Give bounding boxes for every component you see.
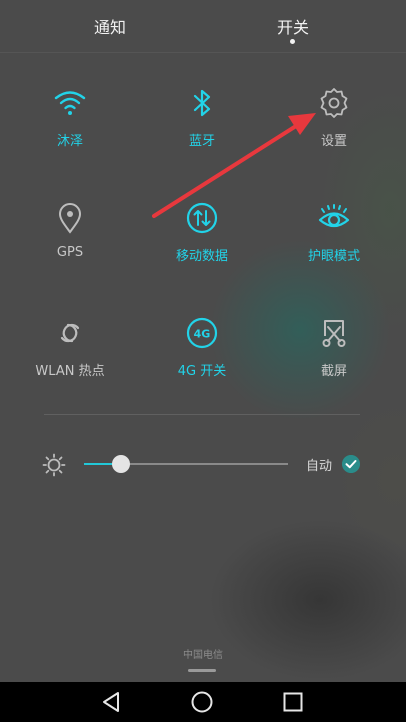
tile-label: 4G 开关 xyxy=(177,364,227,379)
divider xyxy=(44,414,360,415)
4g-icon: 4G xyxy=(186,317,218,349)
tab-notifications[interactable]: 通知 xyxy=(70,14,150,38)
tile-label: 沐泽 xyxy=(56,134,83,149)
tile-label: 移动数据 xyxy=(175,249,228,264)
brightness-icon xyxy=(42,453,66,477)
back-icon[interactable] xyxy=(99,690,123,714)
wifi-icon xyxy=(54,91,86,115)
tile-screenshot[interactable]: 截屏 xyxy=(274,316,394,379)
active-tab-indicator xyxy=(290,39,295,44)
4g-badge-text: 4G xyxy=(194,328,211,341)
recent-apps-icon[interactable] xyxy=(281,690,305,714)
gear-icon xyxy=(320,88,348,118)
tile-label: GPS xyxy=(56,245,84,260)
carrier-label: 中国电信 xyxy=(183,650,223,661)
tile-label: 护眼模式 xyxy=(307,249,360,264)
tile-4g[interactable]: 4G 4G 开关 xyxy=(142,316,262,379)
auto-brightness-checkbox[interactable] xyxy=(342,455,360,473)
mobile-data-icon xyxy=(186,202,218,234)
tile-label: WLAN 热点 xyxy=(35,364,105,379)
screenshot-icon xyxy=(322,320,346,347)
home-icon[interactable] xyxy=(190,690,214,714)
auto-brightness-label: 自动 xyxy=(306,459,333,474)
tile-mobile-data[interactable]: 移动数据 xyxy=(142,201,262,264)
bluetooth-icon xyxy=(193,89,211,117)
tile-label: 设置 xyxy=(320,134,347,149)
hotspot-icon xyxy=(60,323,80,343)
tab-switches[interactable]: 开关 xyxy=(253,14,333,38)
slider-knob[interactable] xyxy=(111,455,130,473)
panel-drag-handle[interactable] xyxy=(188,669,216,672)
panel-header: 通知 开关 xyxy=(0,0,406,53)
tile-hotspot[interactable]: WLAN 热点 xyxy=(10,316,130,379)
tile-bluetooth[interactable]: 蓝牙 xyxy=(142,86,262,149)
tile-label: 蓝牙 xyxy=(188,134,215,149)
tile-gps[interactable]: GPS xyxy=(10,201,130,260)
location-pin-icon xyxy=(58,203,82,234)
eye-icon xyxy=(318,204,350,228)
navigation-bar xyxy=(0,682,406,722)
brightness-slider[interactable] xyxy=(84,455,288,473)
tile-settings[interactable]: 设置 xyxy=(274,86,394,149)
tile-wifi[interactable]: 沐泽 xyxy=(10,86,130,149)
tile-eye-care[interactable]: 护眼模式 xyxy=(274,201,394,264)
tile-label: 截屏 xyxy=(320,364,347,379)
